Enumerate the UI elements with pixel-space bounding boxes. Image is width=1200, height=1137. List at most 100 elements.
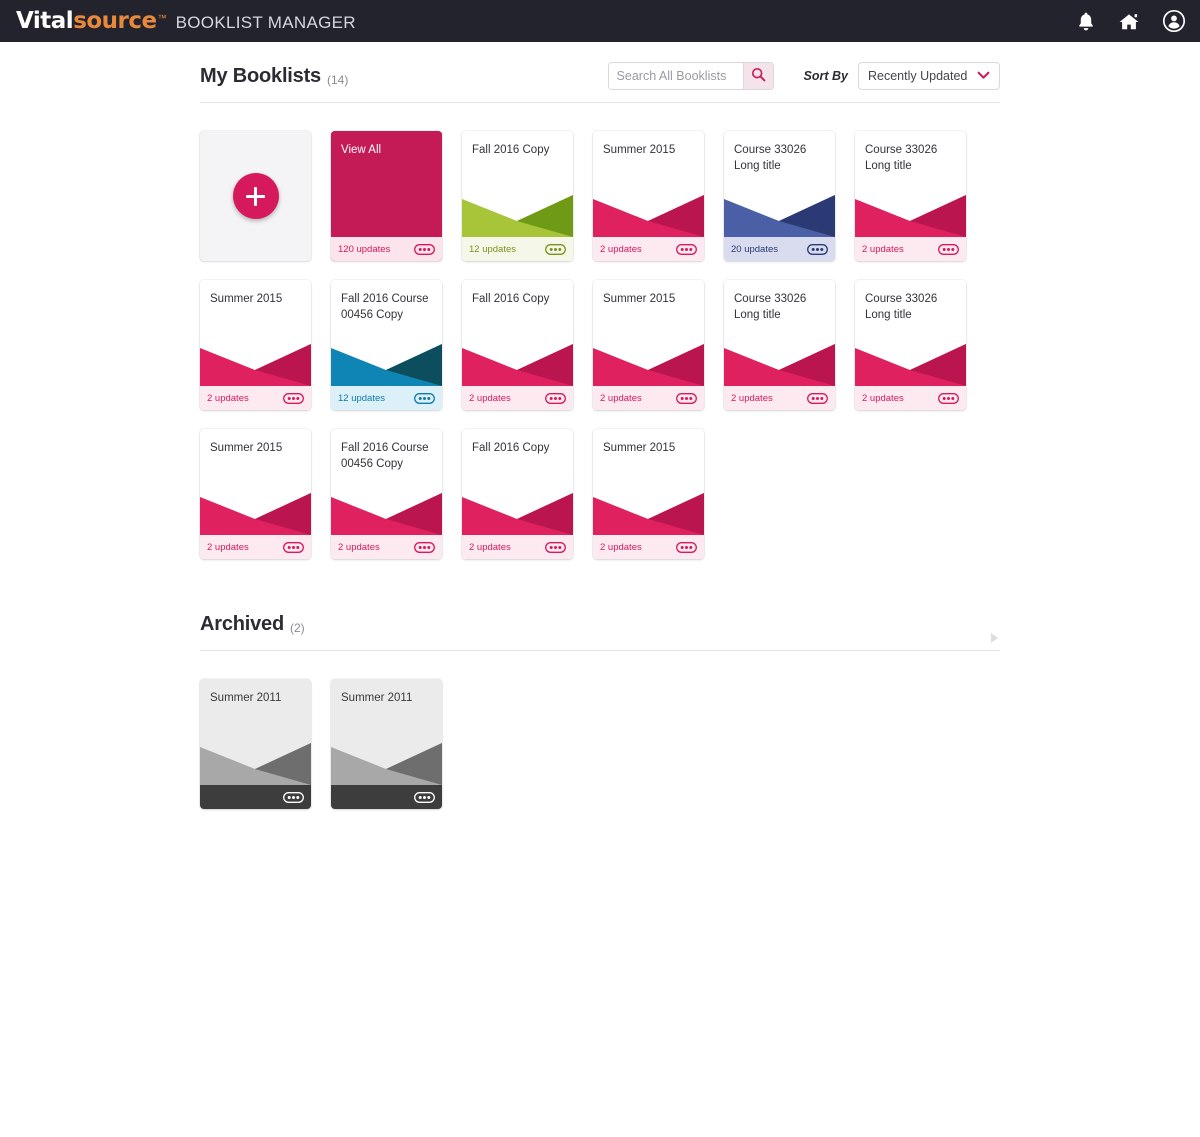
booklist-card[interactable]: Course 33026 Long title 2 updates <box>855 131 966 261</box>
logo-text-primary: Vital <box>16 8 74 34</box>
account-icon[interactable] <box>1162 9 1186 33</box>
booklist-title: Summer 2015 <box>210 293 283 305</box>
booklist-title: Fall 2016 Course 00456 Copy <box>341 293 429 321</box>
more-options-icon[interactable] <box>676 541 697 553</box>
card-footer: 2 updates <box>593 237 704 261</box>
more-options-icon[interactable] <box>938 243 959 255</box>
booklist-title: Summer 2015 <box>603 293 676 305</box>
my-booklists-header: My Booklists (14) Sort By Recently Updat… <box>200 60 1000 103</box>
updates-count: 2 updates <box>600 243 642 255</box>
updates-count: 20 updates <box>731 243 779 255</box>
booklist-card[interactable]: Summer 2015 2 updates <box>593 280 704 410</box>
booklist-card[interactable]: Summer 2015 2 updates <box>200 280 311 410</box>
card-footer: 2 updates <box>331 535 442 559</box>
card-artwork <box>462 487 573 535</box>
card-footer: 2 updates <box>200 386 311 410</box>
updates-count: 120 updates <box>338 243 391 255</box>
card-footer: 2 updates <box>855 237 966 261</box>
updates-count: 2 updates <box>338 541 380 553</box>
booklist-card[interactable]: Summer 2015 2 updates <box>200 429 311 559</box>
card-footer: 20 updates <box>724 237 835 261</box>
booklist-card[interactable]: Fall 2016 Course 00456 Copy 12 updates <box>331 280 442 410</box>
booklist-title: Summer 2015 <box>210 442 283 454</box>
more-options-icon[interactable] <box>545 392 566 404</box>
booklist-title: Fall 2016 Copy <box>472 442 550 454</box>
bell-icon[interactable] <box>1076 11 1096 32</box>
booklist-title: Course 33026 Long title <box>865 144 938 172</box>
more-options-icon[interactable] <box>807 243 828 255</box>
sort-by-label: Sort By <box>803 69 848 83</box>
content-container: My Booklists (14) Sort By Recently Updat… <box>200 42 1000 809</box>
chevron-down-icon <box>977 67 990 85</box>
sort-dropdown[interactable]: Recently Updated <box>858 62 1000 90</box>
booklist-card[interactable]: Course 33026 Long title 2 updates <box>724 280 835 410</box>
updates-count: 2 updates <box>469 541 511 553</box>
booklist-card[interactable]: Fall 2016 Copy 2 updates <box>462 280 573 410</box>
booklist-card[interactable]: Course 33026 Long title 20 updates <box>724 131 835 261</box>
plus-icon[interactable] <box>232 173 279 219</box>
card-footer <box>331 785 442 809</box>
booklist-title: Summer 2015 <box>603 144 676 156</box>
booklist-title: Fall 2016 Course 00456 Copy <box>341 442 429 470</box>
updates-count: 2 updates <box>862 243 904 255</box>
booklist-title: Summer 2011 <box>341 692 413 704</box>
more-options-icon[interactable] <box>283 541 304 553</box>
more-options-icon[interactable] <box>938 392 959 404</box>
booklist-card[interactable]: Fall 2016 Course 00456 Copy 2 updates <box>331 429 442 559</box>
booklist-title: Course 33026 Long title <box>734 144 807 172</box>
card-footer: 2 updates <box>462 386 573 410</box>
card-artwork <box>200 487 311 535</box>
card-footer: 2 updates <box>200 535 311 559</box>
search-icon <box>751 67 766 85</box>
card-artwork <box>593 487 704 535</box>
booklist-card[interactable]: Summer 2015 2 updates <box>593 429 704 559</box>
search-button[interactable] <box>742 63 773 89</box>
card-footer: 2 updates <box>593 535 704 559</box>
more-options-icon[interactable] <box>414 392 435 404</box>
updates-count: 12 updates <box>338 392 386 404</box>
card-artwork <box>855 189 966 237</box>
search-input[interactable] <box>608 63 743 89</box>
more-options-icon[interactable] <box>545 541 566 553</box>
more-options-icon[interactable] <box>676 243 697 255</box>
updates-count: 2 updates <box>469 392 511 404</box>
header-tools: Sort By Recently Updated <box>607 62 1000 90</box>
more-options-icon[interactable] <box>807 392 828 404</box>
booklist-card[interactable]: Course 33026 Long title 2 updates <box>855 280 966 410</box>
more-options-icon[interactable] <box>545 243 566 255</box>
updates-count: 2 updates <box>207 392 249 404</box>
archived-grid: Summer 2011 Summer 2011 <box>200 679 1000 809</box>
booklist-card[interactable]: View All 120 updates <box>331 131 442 261</box>
card-footer: 12 updates <box>462 237 573 261</box>
add-booklist-card[interactable] <box>200 131 311 261</box>
search-box[interactable] <box>607 62 774 90</box>
more-options-icon[interactable] <box>414 243 435 255</box>
card-footer: 2 updates <box>724 386 835 410</box>
booklist-card[interactable]: Summer 2015 2 updates <box>593 131 704 261</box>
card-footer: 12 updates <box>331 386 442 410</box>
more-options-icon[interactable] <box>414 791 435 803</box>
booklist-card[interactable]: Fall 2016 Copy 2 updates <box>462 429 573 559</box>
card-artwork <box>462 338 573 386</box>
more-options-icon[interactable] <box>414 541 435 553</box>
card-artwork <box>724 189 835 237</box>
card-footer: 2 updates <box>855 386 966 410</box>
more-options-icon[interactable] <box>283 392 304 404</box>
app-logo[interactable]: Vital source ™ BOOKLIST MANAGER <box>16 8 356 34</box>
more-options-icon[interactable] <box>676 392 697 404</box>
card-footer: 2 updates <box>593 386 704 410</box>
card-artwork <box>855 338 966 386</box>
card-artwork <box>331 487 442 535</box>
card-artwork <box>331 338 442 386</box>
archived-count: (2) <box>290 621 305 635</box>
card-artwork <box>462 189 573 237</box>
booklist-title: Fall 2016 Copy <box>472 293 550 305</box>
home-icon[interactable] <box>1118 11 1140 32</box>
booklist-title: Course 33026 Long title <box>865 293 938 321</box>
expand-arrow-icon[interactable] <box>991 633 998 643</box>
archived-booklist-card[interactable]: Summer 2011 <box>331 679 442 809</box>
archived-booklist-card[interactable]: Summer 2011 <box>200 679 311 809</box>
booklist-card[interactable]: Fall 2016 Copy 12 updates <box>462 131 573 261</box>
archived-header: Archived (2) <box>200 613 1000 651</box>
more-options-icon[interactable] <box>283 791 304 803</box>
